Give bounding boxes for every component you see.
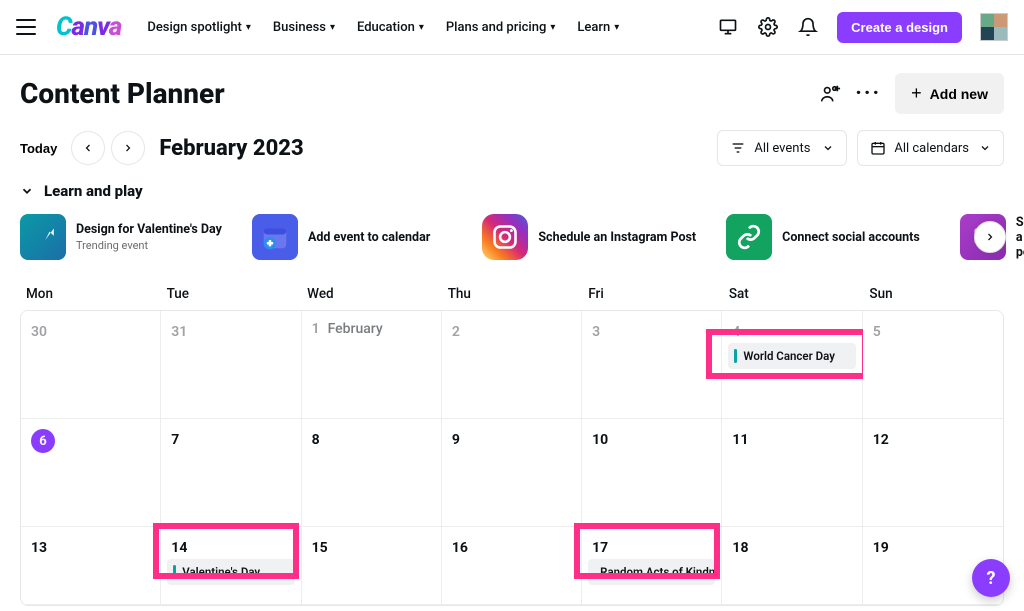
- card-title: Add event to calendar: [308, 230, 430, 245]
- calendar-toolbar: Today February 2023 All events All calen…: [0, 120, 1024, 176]
- calendar-cell[interactable]: 13: [21, 527, 161, 605]
- card-title: Schedule an Instagram Post: [538, 230, 696, 245]
- calendar-cell[interactable]: 15: [302, 527, 442, 605]
- nav-plans[interactable]: Plans and pricing▾: [446, 20, 556, 35]
- weekday-label: Fri: [582, 278, 723, 310]
- calendar-cell[interactable]: 9: [442, 419, 582, 527]
- events-filter-dropdown[interactable]: All events: [717, 130, 847, 166]
- event-color-bar: [173, 565, 176, 579]
- chevron-down-icon: ▾: [550, 22, 555, 33]
- chevron-down-icon: [979, 142, 991, 154]
- learn-title: Learn and play: [44, 182, 143, 200]
- calendars-filter-dropdown[interactable]: All calendars: [857, 130, 1004, 166]
- trending-icon: [20, 214, 66, 260]
- calendar-cell[interactable]: 10: [582, 419, 722, 527]
- today-indicator: 6: [31, 429, 55, 453]
- weekday-label: Wed: [301, 278, 442, 310]
- link-icon: [726, 214, 772, 260]
- card-title: Design for Valentine's Day: [76, 222, 222, 237]
- chevron-down-icon: ▾: [246, 22, 251, 33]
- avatar[interactable]: [980, 13, 1008, 41]
- card-add-event[interactable]: Add event to calendar: [252, 214, 430, 260]
- card-connect-social[interactable]: Connect social accounts: [726, 214, 920, 260]
- card-valentines[interactable]: Design for Valentine's Day Trending even…: [20, 214, 222, 260]
- page-title: Content Planner: [20, 77, 225, 110]
- calendar-cell[interactable]: 18: [722, 527, 862, 605]
- desktop-icon[interactable]: [717, 16, 739, 38]
- plus-icon: +: [911, 83, 922, 104]
- weekday-label: Sat: [723, 278, 864, 310]
- add-new-button[interactable]: +Add new: [895, 73, 1004, 114]
- learn-section-header[interactable]: Learn and play: [0, 176, 1024, 210]
- nav-learn[interactable]: Learn▾: [577, 20, 619, 35]
- calendar-cell[interactable]: 14 Valentine's Day: [161, 527, 301, 605]
- scroll-right-button[interactable]: [974, 221, 1006, 253]
- calendar-cell[interactable]: 30: [21, 311, 161, 419]
- calendar-cell[interactable]: 31: [161, 311, 301, 419]
- topbar: Canva Design spotlight▾ Business▾ Educat…: [0, 0, 1024, 55]
- instagram-icon: [482, 214, 528, 260]
- chevron-down-icon: ▾: [330, 22, 335, 33]
- create-design-button[interactable]: Create a design: [837, 12, 962, 43]
- gear-icon[interactable]: [757, 16, 779, 38]
- canva-logo[interactable]: Canva: [56, 12, 121, 42]
- weekday-label: Thu: [442, 278, 583, 310]
- weekday-label: Mon: [20, 278, 161, 310]
- help-button[interactable]: ?: [972, 559, 1010, 597]
- chevron-down-icon: [822, 142, 834, 154]
- calendar-cell[interactable]: 5: [863, 311, 1003, 419]
- current-month-label: February 2023: [159, 136, 303, 161]
- event-world-cancer-day[interactable]: World Cancer Day: [728, 343, 855, 369]
- menu-icon[interactable]: [16, 17, 36, 37]
- nav-business[interactable]: Business▾: [273, 20, 335, 35]
- filter-icon: [730, 140, 746, 156]
- prev-month-button[interactable]: [71, 131, 105, 165]
- page-header: Content Planner ··· +Add new: [0, 55, 1024, 120]
- calendar-cell[interactable]: 7: [161, 419, 301, 527]
- calendar-cell[interactable]: 11: [722, 419, 862, 527]
- event-color-bar: [734, 349, 737, 363]
- topbar-right: Create a design: [717, 12, 1008, 43]
- chevron-down-icon: ▾: [614, 22, 619, 33]
- calendar-cell[interactable]: 2: [442, 311, 582, 419]
- weekday-label: Tue: [161, 278, 302, 310]
- weekday-label: Sun: [863, 278, 1004, 310]
- calendar-cell[interactable]: 17 Random Acts of Kindn...: [582, 527, 722, 605]
- nav-education[interactable]: Education▾: [357, 20, 424, 35]
- calendar-cell-today[interactable]: 6: [21, 419, 161, 527]
- card-subtitle: Trending event: [76, 239, 222, 252]
- card-title: Connect social accounts: [782, 230, 920, 245]
- calendar-cell[interactable]: 4 World Cancer Day: [722, 311, 862, 419]
- month-start-label: February: [328, 321, 383, 337]
- nav-design-spotlight[interactable]: Design spotlight▾: [147, 20, 251, 35]
- calendar-cell[interactable]: 1February: [302, 311, 442, 419]
- learn-cards-row: Design for Valentine's Day Trending even…: [0, 210, 1024, 278]
- card-title: Schedule a social post: [1016, 215, 1024, 260]
- card-instagram[interactable]: Schedule an Instagram Post: [482, 214, 696, 260]
- calendar-cell[interactable]: 12: [863, 419, 1003, 527]
- calendar-icon: [870, 140, 886, 156]
- chevron-down-icon: ▾: [419, 22, 424, 33]
- calendar-cell[interactable]: 16: [442, 527, 582, 605]
- chevron-down-icon: [20, 184, 34, 198]
- share-team-icon[interactable]: [819, 83, 841, 105]
- next-month-button[interactable]: [111, 131, 145, 165]
- calendar-weekday-header: Mon Tue Wed Thu Fri Sat Sun: [0, 278, 1024, 310]
- calendar-add-icon: [252, 214, 298, 260]
- calendar-cell[interactable]: 8: [302, 419, 442, 527]
- more-menu[interactable]: ···: [855, 81, 881, 106]
- event-random-acts[interactable]: Random Acts of Kindn...: [588, 559, 715, 585]
- top-nav: Design spotlight▾ Business▾ Education▾ P…: [147, 20, 619, 35]
- bell-icon[interactable]: [797, 16, 819, 38]
- today-button[interactable]: Today: [20, 141, 57, 156]
- calendar-cell[interactable]: 3: [582, 311, 722, 419]
- calendar-grid: 30 31 1February 2 3 4 World Cancer Day 5…: [20, 310, 1004, 606]
- event-valentines-day[interactable]: Valentine's Day: [167, 559, 294, 585]
